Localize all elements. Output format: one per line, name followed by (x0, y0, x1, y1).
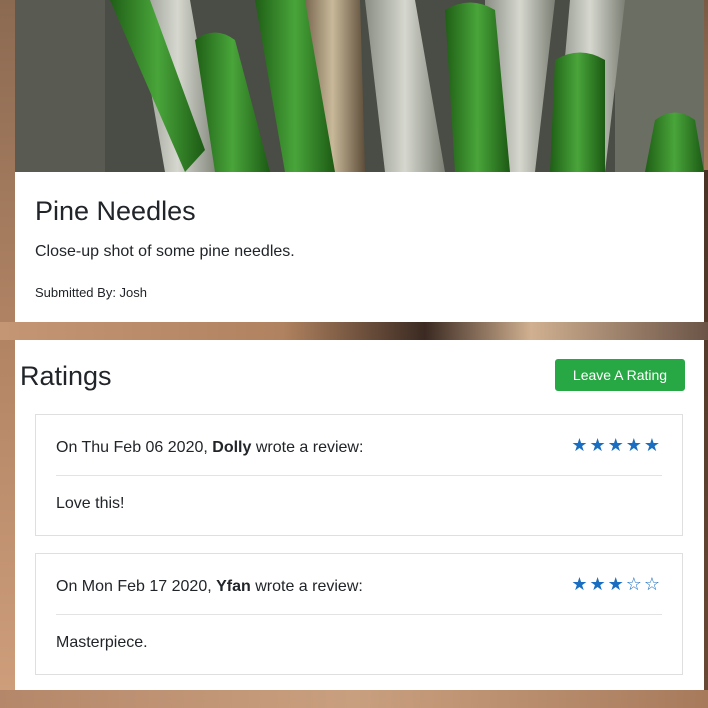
review-card: On Mon Feb 17 2020, Yfan wrote a review:… (35, 553, 683, 675)
review-date-prefix: On Mon Feb 17 2020, (56, 578, 217, 595)
background-photo-strip (0, 322, 708, 340)
review-divider (56, 614, 662, 615)
submitted-by: Submitted By: Josh (35, 285, 147, 300)
star-rating: ★★★☆☆ (571, 574, 662, 595)
review-date-prefix: On Thu Feb 06 2020, (56, 439, 213, 456)
photo-card: Pine Needles Close-up shot of some pine … (15, 0, 704, 322)
photo-description: Close-up shot of some pine needles. (35, 243, 295, 260)
review-author: Yfan (216, 578, 251, 595)
pine-needles-photo (15, 0, 704, 172)
leave-rating-button[interactable]: Leave A Rating (555, 359, 685, 391)
photo-title: Pine Needles (35, 196, 196, 226)
ratings-heading: Ratings (20, 361, 112, 391)
review-header: On Thu Feb 06 2020, Dolly wrote a review… (56, 439, 363, 457)
background-photo-bottom (0, 690, 708, 708)
review-header-suffix: wrote a review: (251, 439, 364, 456)
review-author: Dolly (212, 439, 252, 456)
review-card: On Thu Feb 06 2020, Dolly wrote a review… (35, 414, 683, 536)
review-body: Masterpiece. (56, 634, 148, 651)
review-header: On Mon Feb 17 2020, Yfan wrote a review: (56, 578, 363, 596)
review-header-suffix: wrote a review: (250, 578, 363, 595)
review-body: Love this! (56, 495, 125, 512)
star-rating: ★★★★★ (571, 435, 662, 456)
review-divider (56, 475, 662, 476)
